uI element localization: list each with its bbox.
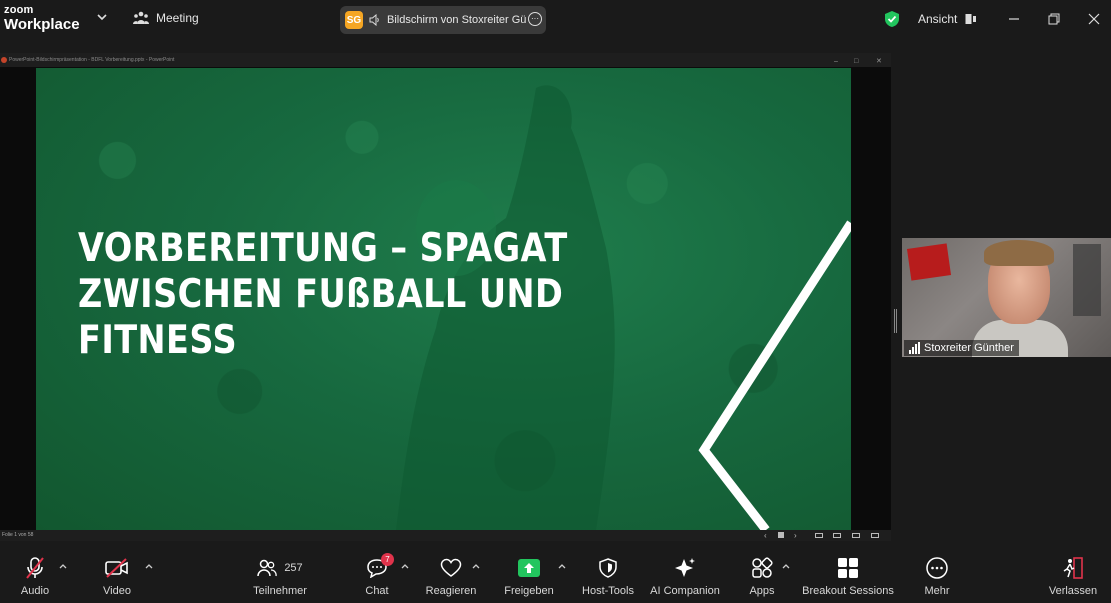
meeting-label: Meeting (156, 11, 199, 25)
sharer-avatar: SG (345, 11, 363, 29)
chevron-down-icon[interactable] (97, 12, 107, 22)
slideshow-view-icon (871, 533, 879, 538)
presentation-slide: VORBEREITUNG – SPAGAT ZWISCHEN FUßBALL U… (36, 68, 851, 530)
participants-button[interactable]: 257 Teilnehmer (250, 555, 310, 597)
chat-unread-badge: 7 (381, 553, 394, 566)
participant-video-tile[interactable]: Stoxreiter Günther (902, 238, 1111, 357)
microphone-muted-icon (26, 557, 44, 579)
video-button[interactable]: Video (100, 555, 134, 597)
breakout-grid-icon (838, 558, 858, 578)
share-label: Bildschirm von Stoxreiter Gü (387, 14, 527, 26)
speaker-icon (369, 14, 379, 26)
next-slide-icon: › (794, 531, 797, 540)
audio-label: Audio (20, 585, 50, 597)
video-label: Video (103, 585, 131, 597)
leave-label: Verlassen (1048, 585, 1098, 597)
ppt-close-icon: ✕ (876, 58, 882, 65)
share-options-icon[interactable]: ··· (528, 12, 542, 26)
breakout-sessions-button[interactable]: Breakout Sessions (802, 555, 894, 597)
participants-label: Teilnehmer (253, 585, 307, 597)
leave-door-icon (1063, 557, 1083, 579)
powerpoint-statusbar: Folie 1 von 58 ‹ › (0, 530, 891, 541)
audio-options-chevron-icon[interactable] (59, 563, 67, 569)
ppt-minimize-icon: – (834, 58, 838, 65)
more-dots-icon (926, 557, 948, 579)
participant-name-tag: Stoxreiter Günther (904, 340, 1019, 356)
screen-share-indicator[interactable]: SG Bildschirm von Stoxreiter Gü ··· (340, 6, 546, 34)
participants-icon (257, 559, 278, 577)
apps-label: Apps (749, 585, 775, 597)
breakout-sessions-label: Breakout Sessions (802, 585, 894, 597)
background-poster (906, 243, 952, 281)
react-options-chevron-icon[interactable] (472, 563, 480, 569)
powerpoint-icon (1, 57, 7, 63)
audio-button[interactable]: Audio (18, 555, 52, 597)
apps-icon (752, 557, 773, 578)
host-tools-label: Host-Tools (582, 585, 634, 597)
slide-counter: Folie 1 von 58 (2, 532, 34, 538)
logo-small-text: zoom (4, 4, 34, 16)
share-label: Freigeben (504, 585, 554, 597)
meeting-toolbar: Audio Video 257 Teilnehmer 7 Chat Reagie… (0, 551, 1111, 603)
prev-slide-icon: ‹ (764, 531, 767, 540)
shared-screen: PowerPoint-Bildschirmpräsentation - BDFL… (0, 53, 891, 541)
meeting-menu[interactable]: Meeting (133, 11, 199, 25)
react-button[interactable]: Reagieren (426, 555, 476, 597)
chat-label: Chat (365, 585, 389, 597)
apps-button[interactable]: Apps (746, 555, 778, 597)
video-options-chevron-icon[interactable] (145, 563, 153, 569)
chat-options-chevron-icon[interactable] (401, 563, 409, 569)
ppt-maximize-icon: □ (854, 58, 859, 65)
more-button[interactable]: Mehr (922, 555, 952, 597)
slide-title: VORBEREITUNG – SPAGAT ZWISCHEN FUßBALL U… (78, 226, 568, 364)
host-tools-button[interactable]: Host-Tools (580, 555, 636, 597)
participant-hair (984, 240, 1054, 266)
share-options-chevron-icon[interactable] (558, 563, 566, 569)
slide-menu-icon (778, 532, 784, 538)
react-label: Reagieren (425, 585, 477, 597)
ai-companion-button[interactable]: AI Companion (650, 555, 720, 597)
logo-big-text: Workplace (4, 16, 80, 33)
sorter-view-icon (833, 533, 841, 538)
sparkle-icon (675, 558, 695, 577)
minimize-window-icon[interactable] (1005, 10, 1023, 28)
slide-title-line: FITNESS (78, 318, 238, 363)
signal-strength-icon (909, 342, 920, 354)
participants-count: 257 (284, 562, 303, 574)
chat-button[interactable]: 7 Chat (363, 553, 394, 597)
powerpoint-titlebar: PowerPoint-Bildschirmpräsentation - BDFL… (0, 53, 891, 67)
reading-view-icon (852, 533, 860, 538)
participant-name: Stoxreiter Günther (924, 342, 1014, 354)
people-icon (133, 11, 149, 24)
leave-button[interactable]: Verlassen (1048, 555, 1098, 597)
normal-view-icon (815, 533, 823, 538)
restore-window-icon[interactable] (1045, 10, 1063, 28)
slide-title-line: ZWISCHEN FUßBALL UND (78, 272, 564, 317)
ai-companion-label: AI Companion (650, 585, 720, 597)
top-bar: zoom Workplace Meeting SG Bildschirm von… (0, 0, 1111, 40)
zoom-workplace-logo: zoom Workplace (4, 4, 80, 33)
heart-icon (440, 558, 462, 577)
share-screen-button[interactable]: Freigeben (504, 555, 554, 597)
more-label: Mehr (924, 585, 950, 597)
host-shield-icon (599, 558, 617, 578)
slide-title-line: VORBEREITUNG – SPAGAT (78, 226, 568, 271)
panel-resize-handle[interactable] (894, 309, 897, 333)
apps-options-chevron-icon[interactable] (782, 563, 790, 569)
background-sponsor-board (1073, 244, 1101, 316)
encryption-shield-icon[interactable] (884, 10, 900, 28)
close-window-icon[interactable] (1085, 10, 1103, 28)
powerpoint-title: PowerPoint-Bildschirmpräsentation - BDFL… (9, 57, 175, 63)
view-layout-icon (965, 14, 977, 24)
camera-off-icon (105, 558, 128, 578)
view-button[interactable]: Ansicht (918, 12, 977, 26)
share-screen-icon (518, 559, 540, 577)
view-label: Ansicht (918, 12, 958, 26)
